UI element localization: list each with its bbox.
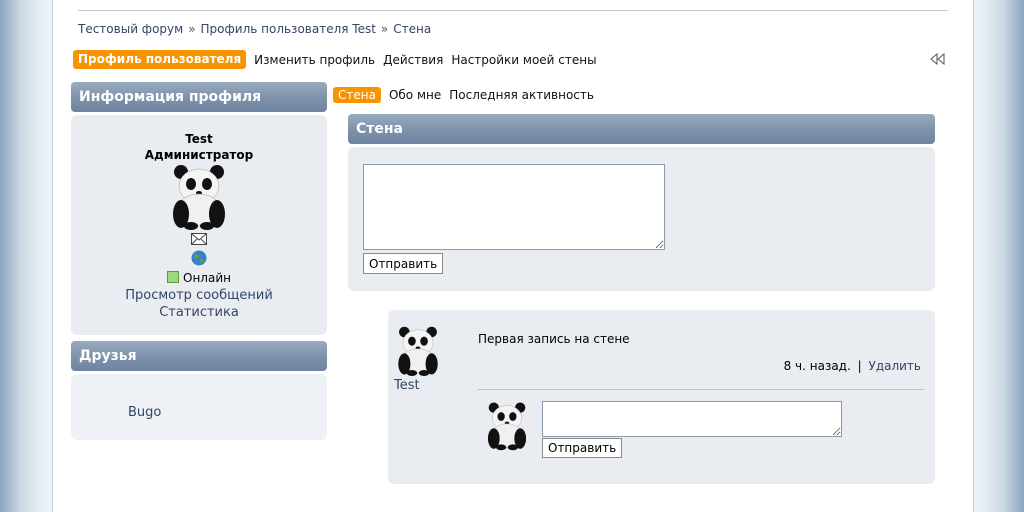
page-container: Тестовый форум » Профиль пользователя Test… — [52, 0, 974, 512]
reply-textarea[interactable] — [542, 401, 842, 437]
friends-panel: Bugo — [71, 374, 327, 440]
breadcrumb-forum[interactable]: Тестовый форум — [78, 22, 183, 36]
wall-form-panel: Отправить — [348, 147, 935, 291]
post-author-link[interactable]: Test — [394, 378, 420, 393]
breadcrumb-separator: » — [380, 22, 389, 36]
profile-info-panel: Test Администратор Онлайн Просмотр сообщ… — [71, 115, 327, 335]
tab-wall-settings[interactable]: Настройки моей стены — [451, 53, 596, 67]
wall-header: Стена — [348, 114, 935, 144]
stats-link[interactable]: Статистика — [71, 305, 327, 320]
email-icon[interactable] — [191, 233, 207, 245]
post-divider — [478, 389, 924, 390]
avatar — [173, 165, 225, 230]
profile-role: Администратор — [144, 148, 254, 162]
wall-subtabs: Стена Обо мне Последняя активность — [333, 87, 594, 103]
profile-nav: Профиль пользователя Изменить профиль Де… — [73, 50, 597, 69]
top-divider — [78, 10, 948, 11]
breadcrumb: Тестовый форум » Профиль пользователя Test… — [78, 22, 431, 36]
wall-submit-button[interactable]: Отправить — [363, 253, 444, 274]
tab-profile[interactable]: Профиль пользователя — [73, 50, 247, 69]
post-text: Первая запись на стене — [478, 332, 630, 346]
wall-message-textarea[interactable] — [363, 164, 665, 250]
tab-actions[interactable]: Действия — [383, 53, 443, 67]
post-time: 8 ч. назад. — [783, 359, 851, 373]
profile-username: Test — [185, 132, 213, 146]
collapse-sidebar-icon[interactable] — [929, 53, 945, 65]
tab-edit-profile[interactable]: Изменить профиль — [254, 53, 375, 67]
reply-avatar — [487, 402, 527, 451]
online-status: Онлайн — [71, 271, 327, 285]
post-meta-separator: | — [857, 359, 862, 373]
website-globe-icon[interactable] — [191, 250, 207, 266]
breadcrumb-separator: » — [188, 22, 196, 36]
reply-submit-button[interactable]: Отправить — [542, 438, 623, 458]
subtab-wall[interactable]: Стена — [333, 87, 381, 103]
wall-post: Test Первая запись на стене 8 ч. назад. … — [388, 310, 935, 484]
online-label: Онлайн — [183, 271, 231, 285]
subtab-about[interactable]: Обо мне — [389, 88, 441, 102]
breadcrumb-wall[interactable]: Стена — [393, 22, 431, 36]
online-indicator-icon — [167, 271, 180, 283]
post-meta: 8 ч. назад. | Удалить — [784, 359, 921, 373]
profile-info-header: Информация профиля — [71, 82, 327, 112]
subtab-activity[interactable]: Последняя активность — [449, 88, 594, 102]
view-posts-link[interactable]: Просмотр сообщений — [71, 288, 327, 303]
breadcrumb-profile[interactable]: Профиль пользователя Test — [201, 22, 376, 36]
post-delete-link[interactable]: Удалить — [869, 359, 922, 373]
friend-item[interactable]: Bugo — [128, 405, 161, 420]
friends-header: Друзья — [71, 341, 327, 371]
post-author-avatar — [398, 326, 438, 376]
